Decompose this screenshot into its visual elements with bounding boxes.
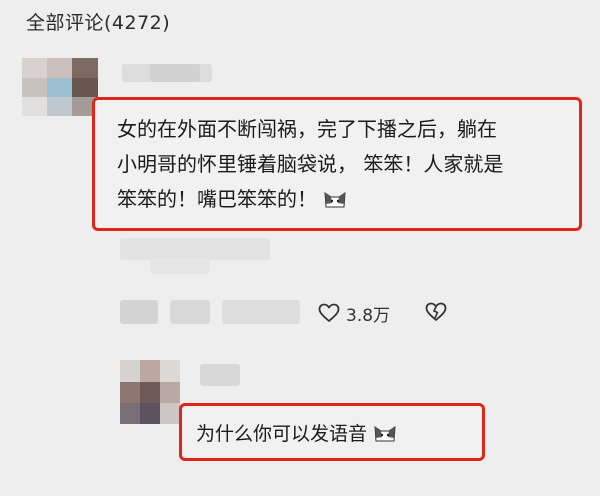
dislike-button[interactable]: [425, 302, 447, 326]
like-button[interactable]: 3.8万: [318, 300, 390, 326]
reply-button-blurred[interactable]: [222, 300, 300, 324]
comment-line-3: 笨笨的！嘴巴笨笨的！: [117, 187, 317, 211]
broken-heart-icon: [425, 302, 447, 321]
comment-line-2: 小明哥的怀里锤着脑袋说， 笨笨！人家就是: [117, 152, 504, 176]
blurred-metadata-2: [150, 258, 210, 274]
comment-time-blurred: [120, 300, 158, 324]
comment-line-1: 女的在外面不断闯祸，完了下播之后，躺在: [117, 117, 497, 141]
cat-emoji-icon: [324, 192, 346, 208]
reply-text: 为什么你可以发语音: [196, 423, 368, 445]
cat-emoji-icon: [374, 426, 396, 442]
reply-avatar[interactable]: [120, 360, 180, 424]
like-count: 3.8万: [346, 305, 391, 326]
avatar[interactable]: [22, 58, 98, 116]
comment-text: 女的在外面不断闯祸，完了下播之后，躺在 小明哥的怀里锤着脑袋说， 笨笨！人家就是…: [117, 112, 567, 217]
heart-icon: [318, 303, 340, 322]
highlighted-reply: 为什么你可以发语音: [179, 403, 485, 461]
commenter-name-blurred-part: [150, 64, 200, 82]
comment-location-blurred: [170, 300, 210, 324]
highlighted-comment: 女的在外面不断闯祸，完了下播之后，躺在 小明哥的怀里锤着脑袋说， 笨笨！人家就是…: [92, 97, 582, 231]
reply-name-blurred[interactable]: [200, 364, 240, 386]
comment-count-title: 全部评论(4272): [26, 12, 171, 34]
blurred-metadata: [120, 238, 270, 260]
